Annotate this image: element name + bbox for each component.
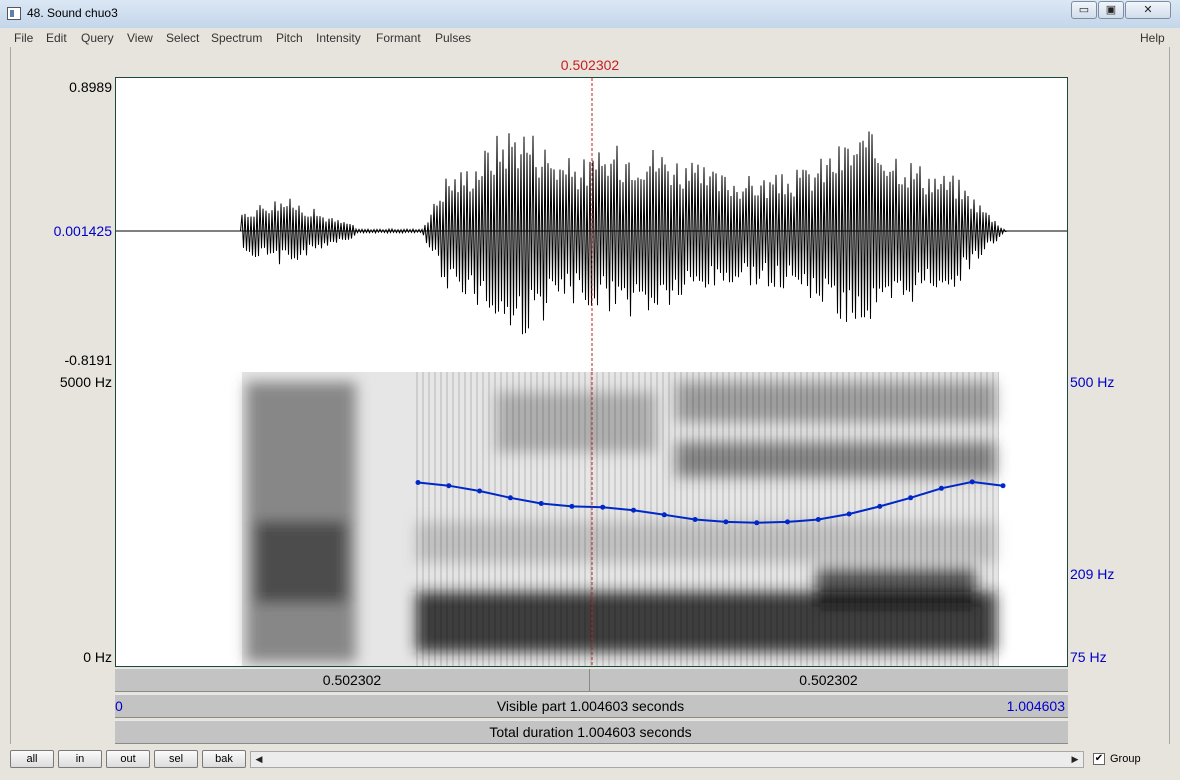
zoom-sel-button[interactable]: sel xyxy=(154,750,198,768)
left-segment-time[interactable]: 0.502302 xyxy=(115,672,589,688)
menu-intensity[interactable]: Intensity xyxy=(316,31,361,45)
pitch-point xyxy=(569,503,575,509)
visible-end-time: 1.004603 xyxy=(1006,698,1065,714)
cursor-time-label: 0.502302 xyxy=(560,57,620,73)
menu-formant[interactable]: Formant xyxy=(376,31,421,45)
menu-pitch[interactable]: Pitch xyxy=(276,31,303,45)
pitch-point xyxy=(631,507,636,513)
pitch-point xyxy=(1000,483,1006,489)
pitch-point xyxy=(815,517,821,522)
pitch-point xyxy=(692,517,698,522)
pitch-point xyxy=(938,485,944,491)
close-button[interactable]: ✕ xyxy=(1125,1,1171,19)
total-duration-bar[interactable]: Total duration 1.004603 seconds xyxy=(115,720,1068,744)
pitch-point xyxy=(785,519,790,525)
horizontal-scrollbar[interactable]: ◀ ▶ xyxy=(250,751,1084,768)
menu-spectrum[interactable]: Spectrum xyxy=(211,31,262,45)
menu-bar: File Edit Query View Select Spectrum Pit… xyxy=(10,29,1170,47)
scroll-right-arrow-icon[interactable]: ▶ xyxy=(1067,752,1083,767)
pitch-point xyxy=(877,503,883,509)
pitch-point xyxy=(754,520,760,526)
praat-sound-editor-window: 48. Sound chuo3 ▭ ▣ ✕ File Edit Query Vi… xyxy=(0,0,1180,780)
group-checkbox[interactable]: ✔ xyxy=(1093,753,1105,765)
zoom-all-button[interactable]: all xyxy=(10,750,54,768)
waveform-zero-label: 0.001425 xyxy=(53,223,112,239)
pitch-min-label: 75 Hz xyxy=(1070,649,1107,665)
waveform-trace xyxy=(116,131,1066,335)
zoom-out-button[interactable]: out xyxy=(106,750,150,768)
window-title: 48. Sound chuo3 xyxy=(27,6,118,20)
right-segment-time[interactable]: 0.502302 xyxy=(591,672,1066,688)
selection-time-bar[interactable]: 0.502302 0.502302 xyxy=(115,668,1068,692)
minimize-button[interactable]: ▭ xyxy=(1071,1,1097,19)
pitch-point xyxy=(908,495,914,501)
pitch-point xyxy=(661,512,667,518)
pitch-point xyxy=(969,479,975,485)
waveform-plot xyxy=(116,78,1067,372)
praat-window-icon xyxy=(7,7,21,20)
zoom-back-button[interactable]: bak xyxy=(202,750,246,768)
pitch-point xyxy=(415,480,421,485)
pitch-point xyxy=(538,501,544,506)
total-duration-label: Total duration 1.004603 seconds xyxy=(489,724,692,740)
freq-max-label: 5000 Hz xyxy=(59,374,112,390)
menu-query[interactable]: Query xyxy=(81,31,114,45)
pitch-point xyxy=(446,483,452,489)
pitch-mid-label: 209 Hz xyxy=(1070,566,1115,582)
waveform-min-label: -0.8191 xyxy=(64,352,112,368)
menu-pulses[interactable]: Pulses xyxy=(435,31,471,45)
menu-file[interactable]: File xyxy=(14,31,33,45)
menu-edit[interactable]: Edit xyxy=(46,31,67,45)
waveform-panel[interactable] xyxy=(115,77,1068,373)
menu-select[interactable]: Select xyxy=(166,31,199,45)
pitch-point xyxy=(600,504,606,510)
spectrogram-plot xyxy=(242,372,1006,666)
waveform-max-label: 0.8989 xyxy=(69,79,112,95)
pitch-point xyxy=(846,511,852,517)
pitch-max-label: 500 Hz xyxy=(1070,374,1115,390)
pitch-point xyxy=(723,519,729,525)
maximize-button[interactable]: ▣ xyxy=(1098,1,1124,19)
spectrogram-panel[interactable] xyxy=(115,372,1068,667)
scroll-left-arrow-icon[interactable]: ◀ xyxy=(251,752,267,767)
pitch-point xyxy=(507,495,513,501)
title-bar[interactable]: 48. Sound chuo3 ▭ ▣ ✕ xyxy=(0,0,1180,28)
pitch-point xyxy=(477,488,483,494)
menu-view[interactable]: View xyxy=(127,31,153,45)
bottom-toolbar: all in out sel bak ◀ ▶ ✔ Group xyxy=(0,746,1180,780)
zoom-in-button[interactable]: in xyxy=(58,750,102,768)
group-label: Group xyxy=(1110,753,1141,765)
spectrogram-striations xyxy=(416,372,999,666)
freq-min-label: 0 Hz xyxy=(83,649,112,665)
visible-part-label: Visible part 1.004603 seconds xyxy=(496,698,685,714)
menu-help[interactable]: Help xyxy=(1140,31,1165,45)
visible-part-bar[interactable]: 0 Visible part 1.004603 seconds 1.004603 xyxy=(115,694,1068,718)
selection-divider xyxy=(589,669,590,691)
